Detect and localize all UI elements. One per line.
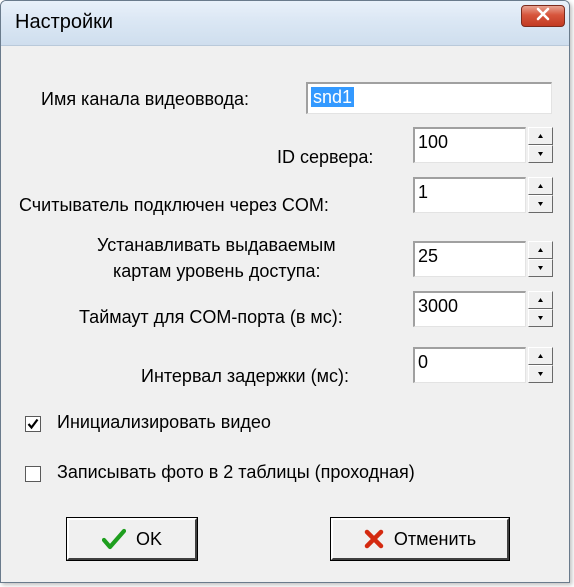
access-level-spinner[interactable]	[528, 241, 553, 277]
reader-com-value: 1	[418, 182, 429, 202]
com-timeout-value: 3000	[418, 296, 459, 316]
arrow-down-icon	[538, 266, 543, 270]
server-id-down-button[interactable]	[528, 145, 553, 163]
com-timeout-spinner[interactable]	[528, 291, 553, 327]
write-photo-checkbox[interactable]	[25, 466, 41, 482]
access-level-label-line1: Устанавливать выдаваемым	[97, 235, 336, 255]
checkmark-icon	[27, 418, 39, 430]
server-id-input[interactable]: 100	[413, 127, 526, 163]
dialog-body: Имя канала видеоввода: snd1 ID сервера: …	[9, 49, 561, 577]
access-level-up-button[interactable]	[528, 241, 553, 259]
ok-button[interactable]: OK	[66, 517, 198, 561]
arrow-up-icon	[538, 134, 543, 138]
arrow-down-icon	[538, 372, 543, 376]
com-timeout-input[interactable]: 3000	[413, 291, 526, 327]
com-timeout-up-button[interactable]	[528, 291, 553, 309]
cancel-button-label: Отменить	[393, 528, 477, 549]
arrow-down-icon	[538, 202, 543, 206]
server-id-up-button[interactable]	[528, 127, 553, 145]
access-level-label-line2: картам уровень доступа:	[113, 261, 321, 281]
reader-com-up-button[interactable]	[528, 177, 553, 195]
ok-button-label: OK	[135, 528, 162, 549]
channel-name-value: snd1	[311, 87, 355, 107]
access-level-input[interactable]: 25	[413, 241, 526, 277]
channel-name-label: Имя канала видеоввода:	[41, 89, 250, 109]
reader-com-input[interactable]: 1	[413, 177, 526, 213]
reader-com-label: Считыватель подключен через COM:	[19, 195, 329, 215]
arrow-up-icon	[538, 248, 543, 252]
server-id-value: 100	[418, 132, 449, 152]
arrow-down-icon	[538, 316, 543, 320]
server-id-label: ID сервера:	[277, 147, 374, 167]
delay-interval-input[interactable]: 0	[413, 347, 526, 383]
close-icon	[536, 7, 550, 26]
server-id-spinner[interactable]	[528, 127, 553, 163]
arrow-up-icon	[538, 184, 543, 188]
settings-dialog: Настройки Имя канала видеоввода: snd1 ID…	[0, 0, 570, 583]
close-button[interactable]	[521, 5, 565, 27]
cancel-button[interactable]: Отменить	[330, 517, 510, 561]
delay-interval-value: 0	[418, 352, 429, 372]
delay-interval-up-button[interactable]	[528, 347, 553, 365]
delay-interval-spinner[interactable]	[528, 347, 553, 383]
arrow-down-icon	[538, 152, 543, 156]
checkmark-icon	[101, 528, 126, 550]
reader-com-down-button[interactable]	[528, 195, 553, 213]
arrow-up-icon	[538, 298, 543, 302]
init-video-label[interactable]: Инициализировать видео	[57, 412, 271, 433]
channel-name-input[interactable]: snd1	[306, 82, 552, 114]
write-photo-label[interactable]: Записывать фото в 2 таблицы (проходная)	[57, 462, 415, 483]
delay-interval-label: Интервал задержки (мс):	[141, 366, 349, 386]
init-video-checkbox[interactable]	[25, 416, 41, 432]
com-timeout-down-button[interactable]	[528, 309, 553, 327]
com-timeout-label: Таймаут для COM-порта (в мс):	[79, 307, 343, 327]
red-x-icon	[364, 529, 384, 549]
reader-com-spinner[interactable]	[528, 177, 553, 213]
title-bar[interactable]: Настройки	[1, 1, 569, 46]
access-level-value: 25	[418, 246, 439, 266]
access-level-down-button[interactable]	[528, 259, 553, 277]
arrow-up-icon	[538, 354, 543, 358]
window-title: Настройки	[15, 11, 114, 33]
delay-interval-down-button[interactable]	[528, 365, 553, 383]
